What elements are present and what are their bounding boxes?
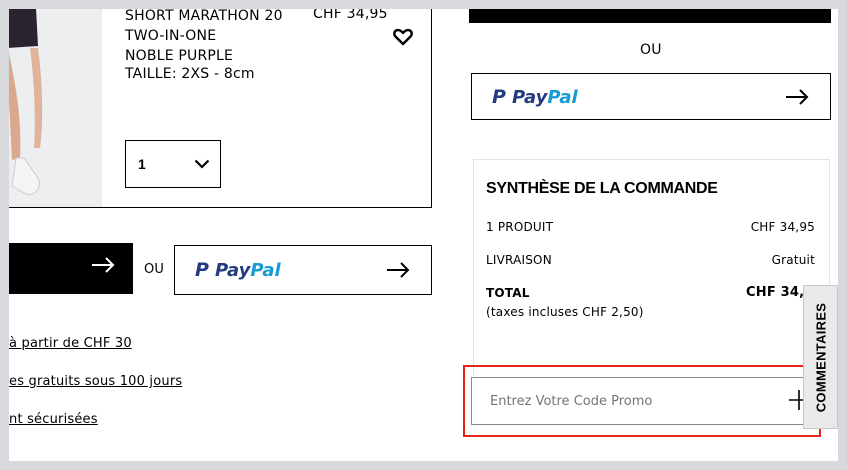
product-name-line1: SHORT MARATHON 20 xyxy=(125,9,283,24)
promo-highlight-box xyxy=(463,365,821,437)
or-separator: OU xyxy=(144,262,165,277)
shipping-label: LIVRAISON xyxy=(486,253,552,267)
feedback-tab[interactable]: COMMENTAIRES xyxy=(803,285,838,429)
or-separator-right: OU xyxy=(640,42,662,58)
feedback-tab-label: COMMENTAIRES xyxy=(813,302,828,412)
paypal-button-right[interactable]: P PayPal xyxy=(471,73,831,120)
paypal-pal-text: Pal xyxy=(250,259,281,281)
quantity-select[interactable]: 1 xyxy=(125,140,221,188)
products-count-label: 1 PRODUIT xyxy=(486,220,554,234)
taxes-note: (taxes incluses CHF 2,50) xyxy=(486,305,644,319)
products-subtotal: CHF 34,95 xyxy=(750,220,815,234)
paypal-button[interactable]: P PayPal xyxy=(174,245,432,295)
checkout-button-right[interactable] xyxy=(469,9,831,23)
paypal-logo: P PayPal xyxy=(195,259,281,281)
arrow-right-icon xyxy=(387,261,411,284)
product-name-line2: TWO-IN-ONE xyxy=(125,28,217,44)
paypal-pal-text: Pal xyxy=(547,86,578,108)
free-shipping-link[interactable]: à partir de CHF 30 xyxy=(9,336,132,351)
free-returns-link[interactable]: es gratuits sous 100 jours xyxy=(9,374,182,389)
arrow-right-icon xyxy=(92,256,116,279)
checkout-page: SHORT MARATHON 20 TWO-IN-ONE NOBLE PURPL… xyxy=(9,9,838,461)
paypal-pay-text: Pay xyxy=(511,86,548,108)
product-size: TAILLE: 2XS - 8cm xyxy=(125,66,255,82)
product-price: CHF 34,95 xyxy=(313,9,388,22)
chevron-down-icon xyxy=(194,156,210,172)
paypal-p-icon: P xyxy=(195,259,209,281)
paypal-logo: P PayPal xyxy=(492,86,578,108)
shipping-value: Gratuit xyxy=(771,253,815,267)
product-image[interactable] xyxy=(9,9,102,207)
total-label: TOTAL xyxy=(486,286,530,300)
product-name[interactable]: SHORT MARATHON 20 TWO-IN-ONE NOBLE PURPL… xyxy=(125,9,283,66)
product-name-line3: NOBLE PURPLE xyxy=(125,48,234,64)
arrow-right-icon xyxy=(786,88,810,111)
cart-item-card: SHORT MARATHON 20 TWO-IN-ONE NOBLE PURPL… xyxy=(9,9,432,208)
paypal-pay-text: Pay xyxy=(214,259,251,281)
wishlist-heart-icon[interactable] xyxy=(392,26,414,48)
order-summary-title: SYNTHÈSE DE LA COMMANDE xyxy=(486,180,718,197)
checkout-button[interactable] xyxy=(9,243,133,294)
secure-payment-link[interactable]: nt sécurisées xyxy=(9,412,98,427)
quantity-value: 1 xyxy=(138,156,146,172)
paypal-p-icon: P xyxy=(492,86,506,108)
